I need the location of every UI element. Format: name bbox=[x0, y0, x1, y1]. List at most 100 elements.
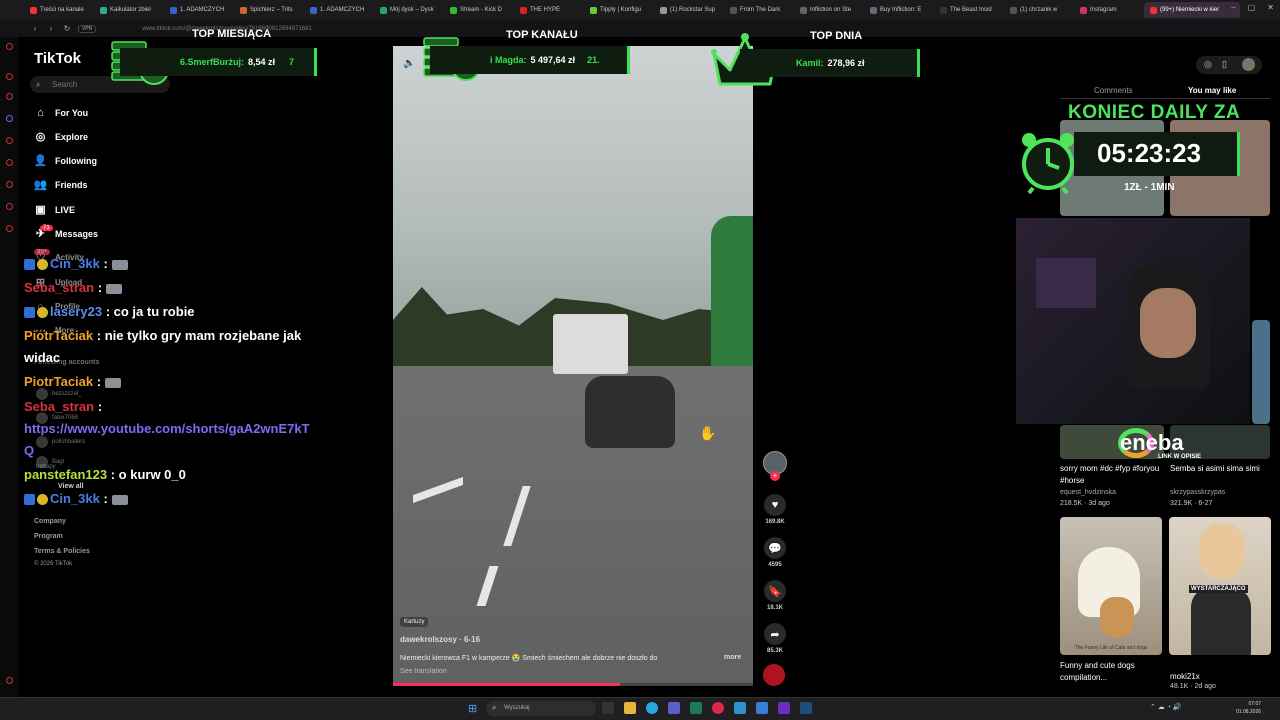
nav-item-live[interactable]: ▣ LIVE bbox=[34, 203, 75, 216]
chat-username[interactable]: Cin_3kk bbox=[50, 491, 100, 506]
nav-item-friends[interactable]: 👥 Friends bbox=[34, 178, 88, 191]
recommended-thumbnail[interactable]: The Funny Life of Cats and dogs bbox=[1060, 517, 1162, 655]
sidebar-app-icon[interactable] bbox=[6, 225, 13, 232]
browser-tab[interactable]: Treści na kanale bbox=[24, 2, 92, 18]
obs-icon[interactable] bbox=[778, 702, 790, 714]
tab-you-may-like[interactable]: You may like bbox=[1188, 86, 1236, 95]
video-more-button[interactable]: more bbox=[724, 654, 741, 661]
edge-icon[interactable] bbox=[646, 702, 658, 714]
sidebar-app-icon[interactable] bbox=[6, 181, 13, 188]
browser-tab[interactable]: THE HYPE bbox=[514, 2, 582, 18]
system-tray[interactable]: ⌃ ☁ ◔ 🔊 bbox=[1150, 703, 1182, 711]
mail-icon[interactable] bbox=[756, 702, 768, 714]
tab-comments[interactable]: Comments bbox=[1094, 86, 1133, 95]
sidebar-app-icon[interactable] bbox=[6, 203, 13, 210]
browser-tab[interactable]: Buy Infliction: E bbox=[864, 2, 932, 18]
sidebar-app-icon[interactable] bbox=[6, 93, 13, 100]
browser-tab[interactable]: Infliction on Ste bbox=[794, 2, 862, 18]
search-icon: ⌕ bbox=[492, 703, 497, 712]
tab-label: Buy Infliction: E bbox=[880, 7, 922, 13]
footer-link[interactable]: Terms & Policies bbox=[34, 548, 90, 555]
recommended-title[interactable]: sorry mom #dc #fyp #foryou #horse bbox=[1060, 463, 1160, 487]
footer-link[interactable]: Company bbox=[34, 518, 66, 525]
chat-username[interactable]: lasery23 bbox=[50, 304, 102, 319]
tiktok-logo[interactable]: TikTok bbox=[34, 50, 81, 67]
recommended-author[interactable]: skrzypasskrzypas bbox=[1170, 489, 1225, 496]
chat-text[interactable]: Q bbox=[24, 443, 34, 458]
taskbar-clock[interactable]: 07:07 01.08.2026 bbox=[1236, 700, 1261, 716]
browser-tab[interactable]: (1) chrzanik w bbox=[1004, 2, 1072, 18]
sidebar-app-icon[interactable] bbox=[6, 73, 13, 80]
nav-item-for-you[interactable]: ⌂ For You bbox=[34, 106, 88, 119]
recommended-title[interactable]: Semba si asimi sima simi bbox=[1170, 463, 1270, 475]
browser-tab[interactable]: Tipply | Konfigu bbox=[584, 2, 652, 18]
maximize-icon[interactable]: ▢ bbox=[1248, 3, 1256, 12]
recommended-thumbnail[interactable]: WYSTARCZAJĄCO bbox=[1169, 517, 1271, 655]
vpn-badge[interactable]: VPN bbox=[78, 24, 97, 33]
app-icon[interactable] bbox=[734, 702, 746, 714]
footer-link[interactable]: Program bbox=[34, 533, 63, 540]
browser-tab[interactable]: 1. ADAMCZYCH bbox=[304, 2, 372, 18]
reload-icon[interactable]: ↻ bbox=[62, 24, 72, 33]
file-explorer-icon[interactable] bbox=[624, 702, 636, 714]
sidebar-app-icon[interactable] bbox=[6, 115, 13, 122]
save-button[interactable]: 🔖 18.1K bbox=[763, 580, 787, 611]
video-author[interactable]: dawekrolszosy · 6-16 bbox=[400, 635, 480, 644]
task-view-icon[interactable] bbox=[602, 702, 614, 714]
vim-icon[interactable] bbox=[690, 702, 702, 714]
chat-username[interactable]: PiotrTaciak bbox=[24, 328, 93, 343]
windows-start-icon[interactable]: ⊞ bbox=[468, 702, 477, 715]
sidebar-settings-icon[interactable] bbox=[6, 677, 13, 684]
see-translation-link[interactable]: See translation bbox=[400, 668, 447, 675]
browser-tab-active[interactable]: (99+) Niemiecki w kier bbox=[1144, 2, 1240, 18]
follow-plus-icon[interactable]: + bbox=[770, 471, 780, 481]
browser-tab[interactable]: Spichlerz – Trits bbox=[234, 2, 302, 18]
compass-icon[interactable]: ◎ bbox=[1204, 59, 1212, 70]
browser-tab[interactable]: Kalkulator zbiel bbox=[94, 2, 162, 18]
browser-tab[interactable]: Mój dysk – Dysk bbox=[374, 2, 442, 18]
following-account[interactable]: polishballers bbox=[36, 436, 85, 448]
nav-item-following[interactable]: 👤 Following bbox=[34, 154, 97, 167]
sidebar-app-icon[interactable] bbox=[6, 43, 13, 50]
chat-username[interactable]: Seba_stran bbox=[24, 280, 94, 295]
share-button[interactable]: ➦ 85.3K bbox=[763, 623, 787, 654]
tab-label: Spichlerz – Trits bbox=[250, 7, 293, 13]
video-player[interactable]: 🔈 Kartuzy dawekrolszosy · 6-16 Niemiecki… bbox=[393, 46, 753, 686]
sidebar-app-icon[interactable] bbox=[6, 159, 13, 166]
back-icon[interactable]: ‹ bbox=[30, 24, 40, 33]
recommended-thumbnail[interactable] bbox=[1252, 320, 1270, 424]
forward-icon[interactable]: › bbox=[46, 24, 56, 33]
browser-tab[interactable]: Instagram bbox=[1074, 2, 1142, 18]
video-author-name[interactable]: dawekrolszosy bbox=[400, 635, 457, 644]
chat-username[interactable]: Cin_3kk bbox=[50, 256, 100, 271]
opera-icon[interactable] bbox=[712, 702, 724, 714]
browser-tab[interactable]: The Beast Insid bbox=[934, 2, 1002, 18]
chat-username[interactable]: Seba_stran bbox=[24, 399, 94, 414]
comment-button[interactable]: 💬 4595 bbox=[763, 537, 787, 568]
minimize-icon[interactable]: – bbox=[1231, 3, 1235, 12]
mute-icon[interactable]: 🔈 bbox=[403, 58, 415, 69]
chat-username[interactable]: panstefan123 bbox=[24, 467, 107, 482]
close-icon[interactable]: ✕ bbox=[1267, 3, 1274, 12]
recommended-title[interactable]: Funny and cute dogs compilation... bbox=[1060, 660, 1160, 684]
chat-text[interactable]: https://www.youtube.com/shorts/gaA2wnE7k… bbox=[24, 421, 310, 436]
sidebar-app-icon[interactable] bbox=[6, 137, 13, 144]
recommended-title[interactable]: moki21x bbox=[1170, 671, 1270, 683]
browser-tab[interactable]: Stream - Kick D bbox=[444, 2, 512, 18]
browser-tab[interactable]: (1) Rockstar Sup bbox=[654, 2, 722, 18]
user-avatar[interactable] bbox=[1242, 58, 1255, 71]
phone-icon[interactable]: ▯ bbox=[1222, 59, 1227, 70]
browser-tab[interactable]: From The Dark bbox=[724, 2, 792, 18]
like-button[interactable]: ♥ 169.8K bbox=[763, 494, 787, 525]
browser-tab[interactable]: 1. ADAMCZYCH bbox=[164, 2, 232, 18]
music-disc-icon[interactable] bbox=[763, 664, 785, 686]
video-progress-bar[interactable] bbox=[393, 683, 753, 686]
nav-item-explore[interactable]: ◎ Explore bbox=[34, 130, 88, 143]
recommended-author[interactable]: equest_hvdzinska bbox=[1060, 489, 1116, 496]
chat-username[interactable]: PiotrTaciak bbox=[24, 374, 93, 389]
taskbar-search[interactable]: Wyszukaj bbox=[486, 701, 596, 716]
view-all-link[interactable]: View all bbox=[58, 483, 84, 490]
teams-icon[interactable] bbox=[668, 702, 680, 714]
video-location-tag[interactable]: Kartuzy bbox=[400, 617, 429, 627]
steam-icon[interactable] bbox=[800, 702, 812, 714]
